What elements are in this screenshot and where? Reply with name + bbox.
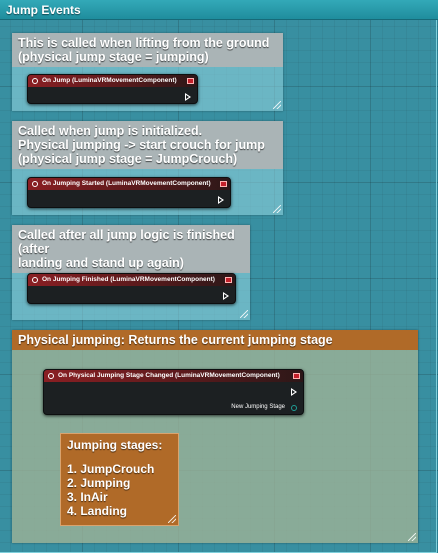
group-title: Physical jumping: Returns the current ju… (12, 330, 418, 350)
list-item: 4. Landing (67, 504, 127, 518)
node-title: On Jump (LuminaVRMovementComponent) (42, 77, 177, 84)
comment-text: This is called when lifting from the gro… (12, 33, 283, 67)
comment-text: Called after all jump logic is finished … (12, 225, 250, 273)
event-icon (32, 181, 38, 187)
delegate-pin-icon[interactable] (293, 373, 300, 379)
stages-list: 1. JumpCrouch 2. Jumping 3. InAir 4. Lan… (67, 462, 172, 518)
comment-jumping-stages[interactable]: Jumping stages: 1. JumpCrouch 2. Jumping… (60, 433, 179, 526)
resize-grip-icon[interactable] (408, 533, 416, 541)
delegate-pin-icon[interactable] (187, 78, 194, 84)
event-icon (48, 373, 54, 379)
node-title: On Jumping Finished (LuminaVRMovementCom… (42, 276, 215, 283)
list-item: 3. InAir (67, 490, 108, 504)
event-node-on-jumping-finished[interactable]: On Jumping Finished (LuminaVRMovementCom… (27, 273, 236, 304)
resize-grip-icon[interactable] (168, 515, 176, 523)
node-title: On Physical Jumping Stage Changed (Lumin… (58, 372, 280, 379)
event-node-on-physical-jumping-stage-changed[interactable]: On Physical Jumping Stage Changed (Lumin… (43, 369, 304, 415)
delegate-pin-icon[interactable] (225, 277, 232, 283)
exec-pin-icon[interactable] (185, 93, 191, 101)
comment-text: Called when jump is initialized. Physica… (12, 121, 283, 169)
struct-pin-icon[interactable] (291, 405, 297, 411)
event-icon (32, 277, 38, 283)
pin-label-new-jumping-stage: New Jumping Stage (231, 404, 285, 410)
exec-pin-icon[interactable] (218, 196, 224, 204)
resize-grip-icon[interactable] (273, 205, 281, 213)
exec-pin-icon[interactable] (291, 388, 297, 396)
event-node-on-jump[interactable]: On Jump (LuminaVRMovementComponent) (27, 74, 198, 104)
delegate-pin-icon[interactable] (220, 181, 227, 187)
list-item: 1. JumpCrouch (67, 462, 155, 476)
list-item: 2. Jumping (67, 476, 131, 490)
exec-pin-icon[interactable] (223, 292, 229, 300)
graph-title: Jump Events (0, 0, 438, 20)
resize-grip-icon[interactable] (240, 310, 248, 318)
node-title: On Jumping Started (LuminaVRMovementComp… (42, 180, 211, 187)
event-icon (32, 78, 38, 84)
event-node-on-jumping-started[interactable]: On Jumping Started (LuminaVRMovementComp… (27, 177, 231, 208)
resize-grip-icon[interactable] (273, 101, 281, 109)
stages-title: Jumping stages: (67, 438, 163, 452)
